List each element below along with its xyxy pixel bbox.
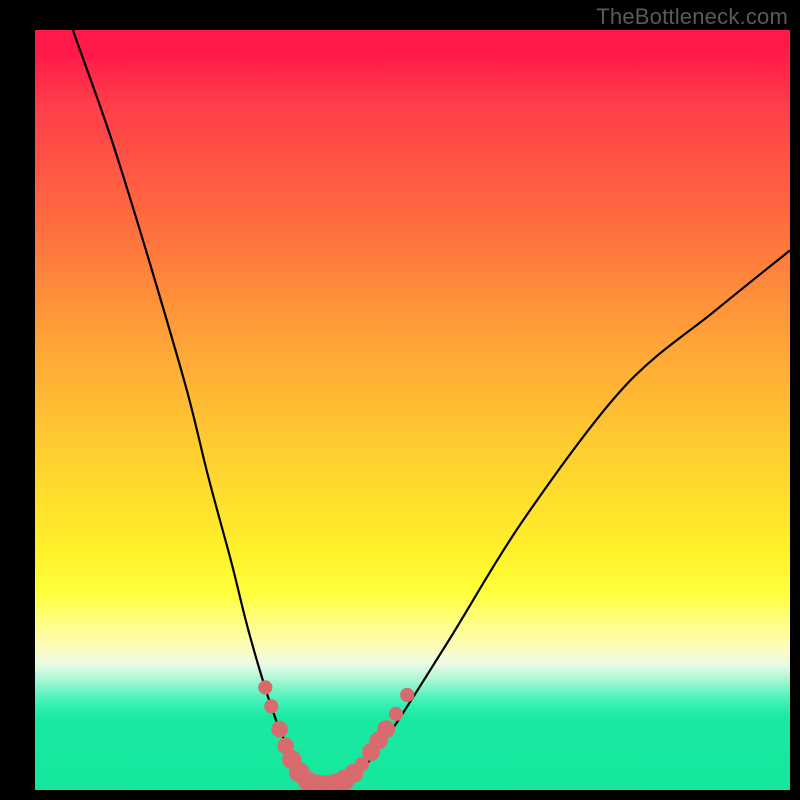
marker-group [258,680,414,790]
chart-svg [35,30,790,790]
data-marker [258,680,272,694]
data-marker [271,721,288,738]
watermark-text: TheBottleneck.com [596,4,788,30]
chart-frame: TheBottleneck.com [0,0,800,800]
data-marker [264,699,278,713]
bottleneck-curve [73,30,790,786]
data-marker [400,688,414,702]
data-marker [389,707,403,721]
data-marker [377,720,395,738]
chart-plot-area [35,30,790,790]
